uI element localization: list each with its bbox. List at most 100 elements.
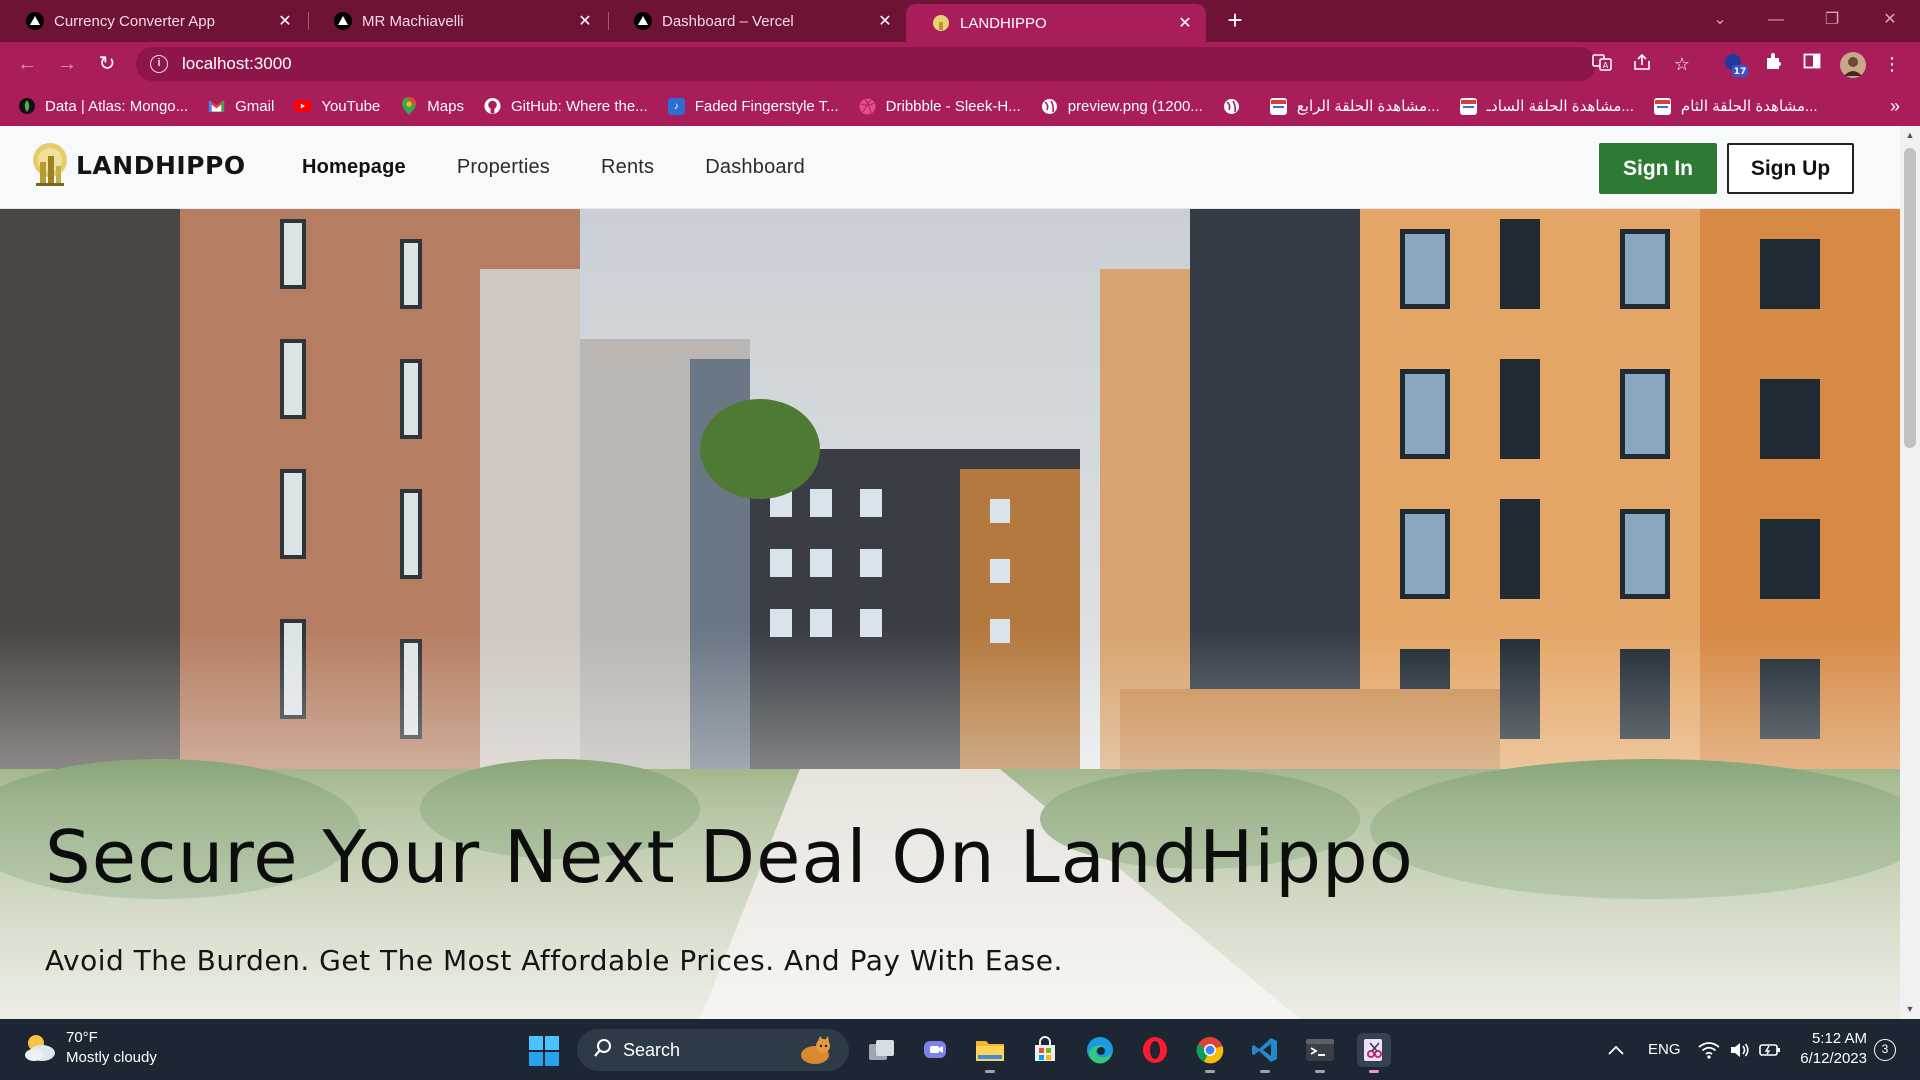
share-icon[interactable] — [1630, 52, 1654, 76]
extension-badge-icon[interactable]: 17 — [1722, 52, 1748, 77]
taskbar-search-box[interactable]: Search — [577, 1029, 849, 1071]
bookmark-arabic-8[interactable]: مشاهدة الحلقة الثام... — [1653, 97, 1818, 115]
bookmark-preview-png[interactable]: preview.png (1200... — [1041, 98, 1203, 115]
search-highlight-cat-icon — [795, 1035, 835, 1070]
youtube-icon — [294, 98, 312, 115]
sign-in-button[interactable]: Sign In — [1599, 143, 1717, 194]
close-icon[interactable]: ✕ — [1176, 14, 1194, 32]
address-url: localhost:3000 — [182, 54, 292, 73]
bookmark-arabic-4[interactable]: مشاهدة الحلقة الرابع... — [1269, 97, 1440, 115]
bookmark-label: Faded Fingerstyle T... — [694, 97, 839, 115]
volume-icon[interactable] — [1729, 1019, 1751, 1080]
search-label: Search — [623, 1039, 681, 1060]
bookmark-arabic-6[interactable]: مشاهدة الحلقة السادـ... — [1459, 97, 1634, 115]
bookmark-label: Gmail — [235, 97, 275, 115]
new-tab-button[interactable]: + — [1223, 7, 1247, 33]
tab-landhippo[interactable]: LANDHIPPO ✕ — [906, 4, 1206, 42]
file-explorer-icon[interactable] — [973, 1033, 1007, 1073]
terminal-icon[interactable] — [1303, 1033, 1337, 1073]
address-bar[interactable]: i localhost:3000 — [136, 47, 1596, 81]
logo-wordmark: LANDHIPPO — [76, 150, 246, 180]
site-header: LANDHIPPO Homepage Properties Rents Dash… — [0, 126, 1900, 209]
chevron-down-icon[interactable]: ⌄ — [1700, 6, 1740, 34]
reload-icon[interactable]: ↻ — [94, 52, 120, 78]
chrome-browser-icon[interactable] — [1193, 1033, 1227, 1073]
close-icon[interactable]: ✕ — [876, 12, 894, 30]
tab-currency-converter[interactable]: Currency Converter App ✕ — [0, 0, 306, 42]
browser-toolbar: ← → ↻ i localhost:3000 A ☆ 17 ⋮ — [0, 42, 1920, 86]
minimize-icon[interactable]: — — [1756, 6, 1796, 34]
notification-badge[interactable]: 3 — [1874, 1039, 1896, 1061]
wifi-icon[interactable] — [1698, 1019, 1720, 1080]
nav-homepage[interactable]: Homepage — [302, 156, 406, 179]
star-icon[interactable]: ☆ — [1670, 52, 1694, 76]
weather-widget[interactable]: 70°F Mostly cloudy — [22, 1028, 157, 1068]
chevron-double-right-icon[interactable]: » — [1890, 96, 1900, 117]
kebab-menu-icon[interactable]: ⋮ — [1880, 52, 1904, 76]
site-thumb-icon — [1269, 97, 1287, 115]
close-icon[interactable]: ✕ — [276, 12, 294, 30]
microsoft-store-icon[interactable] — [1028, 1033, 1062, 1067]
edge-browser-icon[interactable] — [1083, 1033, 1117, 1067]
weather-description: Mostly cloudy — [66, 1049, 157, 1066]
site-thumb-icon — [1653, 97, 1671, 115]
bookmark-maps[interactable]: Maps — [400, 97, 464, 115]
language-indicator[interactable]: ENG — [1648, 1019, 1681, 1080]
close-icon[interactable]: ✕ — [576, 12, 594, 30]
scrollbar-thumb[interactable] — [1904, 148, 1916, 448]
cloudy-weather-icon — [25, 1035, 55, 1061]
nav-properties[interactable]: Properties — [457, 156, 550, 179]
bookmark-label: Dribbble - Sleek-H... — [885, 97, 1021, 115]
back-arrow-icon[interactable]: ← — [14, 52, 40, 78]
bookmark-gmail[interactable]: Gmail — [208, 98, 274, 115]
restore-icon[interactable]: ❐ — [1812, 6, 1852, 34]
vscode-icon[interactable] — [1248, 1033, 1282, 1073]
site-nav-links: Homepage Properties Rents Dashboard — [302, 126, 856, 209]
page-scrollbar[interactable]: ▲ ▼ — [1900, 126, 1920, 1019]
running-indicator — [1315, 1070, 1325, 1073]
tab-title: LANDHIPPO — [960, 14, 1047, 32]
windows-start-icon[interactable] — [529, 1036, 559, 1066]
mongodb-leaf-icon — [18, 98, 35, 115]
maps-pin-icon — [400, 97, 417, 115]
tab-title: Dashboard – Vercel — [662, 12, 794, 30]
bookmark-github[interactable]: GitHub: Where the... — [484, 98, 648, 115]
system-clock[interactable]: 5:12 AM 6/12/2023 — [1795, 1029, 1867, 1069]
svg-text:A: A — [1603, 61, 1609, 70]
tab-mr-machiavelli[interactable]: MR Machiavelli ✕ — [308, 0, 606, 42]
browser-tab-strip: Currency Converter App ✕ MR Machiavelli … — [0, 0, 1920, 42]
bookmark-globe[interactable] — [1223, 98, 1250, 115]
hero-title: Secure Your Next Deal On LandHippo — [45, 815, 1414, 899]
running-indicator — [1205, 1070, 1215, 1073]
bookmark-dribbble[interactable]: Dribbble - Sleek-H... — [859, 98, 1021, 115]
translate-icon[interactable]: A — [1590, 52, 1614, 76]
side-panel-icon[interactable] — [1800, 52, 1824, 76]
nav-dashboard[interactable]: Dashboard — [705, 156, 805, 179]
nav-rents[interactable]: Rents — [601, 156, 654, 179]
puzzle-extensions-icon[interactable] — [1762, 52, 1786, 76]
forward-arrow-icon[interactable]: → — [54, 52, 80, 78]
bookmark-faded-fingerstyle[interactable]: ♪ Faded Fingerstyle T... — [667, 97, 839, 115]
page-viewport: LANDHIPPO Homepage Properties Rents Dash… — [0, 126, 1920, 1019]
battery-icon[interactable] — [1759, 1019, 1781, 1080]
avatar[interactable] — [1840, 52, 1866, 78]
globe-icon — [1223, 98, 1240, 115]
task-view-icon[interactable] — [865, 1033, 899, 1067]
site-thumb-icon — [1459, 97, 1477, 115]
close-window-icon[interactable]: ✕ — [1870, 6, 1910, 34]
scroll-down-icon[interactable]: ▼ — [1905, 1004, 1915, 1014]
chevron-up-icon[interactable] — [1607, 1019, 1625, 1080]
bookmark-mongodb[interactable]: Data | Atlas: Mongo... — [18, 98, 188, 115]
scroll-up-icon[interactable]: ▲ — [1905, 130, 1915, 140]
teams-chat-icon[interactable] — [919, 1033, 953, 1067]
site-logo[interactable]: LANDHIPPO — [30, 142, 246, 188]
tab-title: MR Machiavelli — [362, 12, 464, 30]
bookmark-label: GitHub: Where the... — [510, 97, 648, 115]
tab-dashboard-vercel[interactable]: Dashboard – Vercel ✕ — [608, 0, 906, 42]
clock-date: 6/12/2023 — [1800, 1050, 1867, 1067]
sign-up-button[interactable]: Sign Up — [1727, 143, 1854, 194]
opera-browser-icon[interactable] — [1138, 1033, 1172, 1067]
bookmark-youtube[interactable]: YouTube — [294, 98, 380, 115]
snipping-tool-icon[interactable] — [1357, 1033, 1391, 1073]
site-info-icon[interactable]: i — [150, 55, 168, 73]
